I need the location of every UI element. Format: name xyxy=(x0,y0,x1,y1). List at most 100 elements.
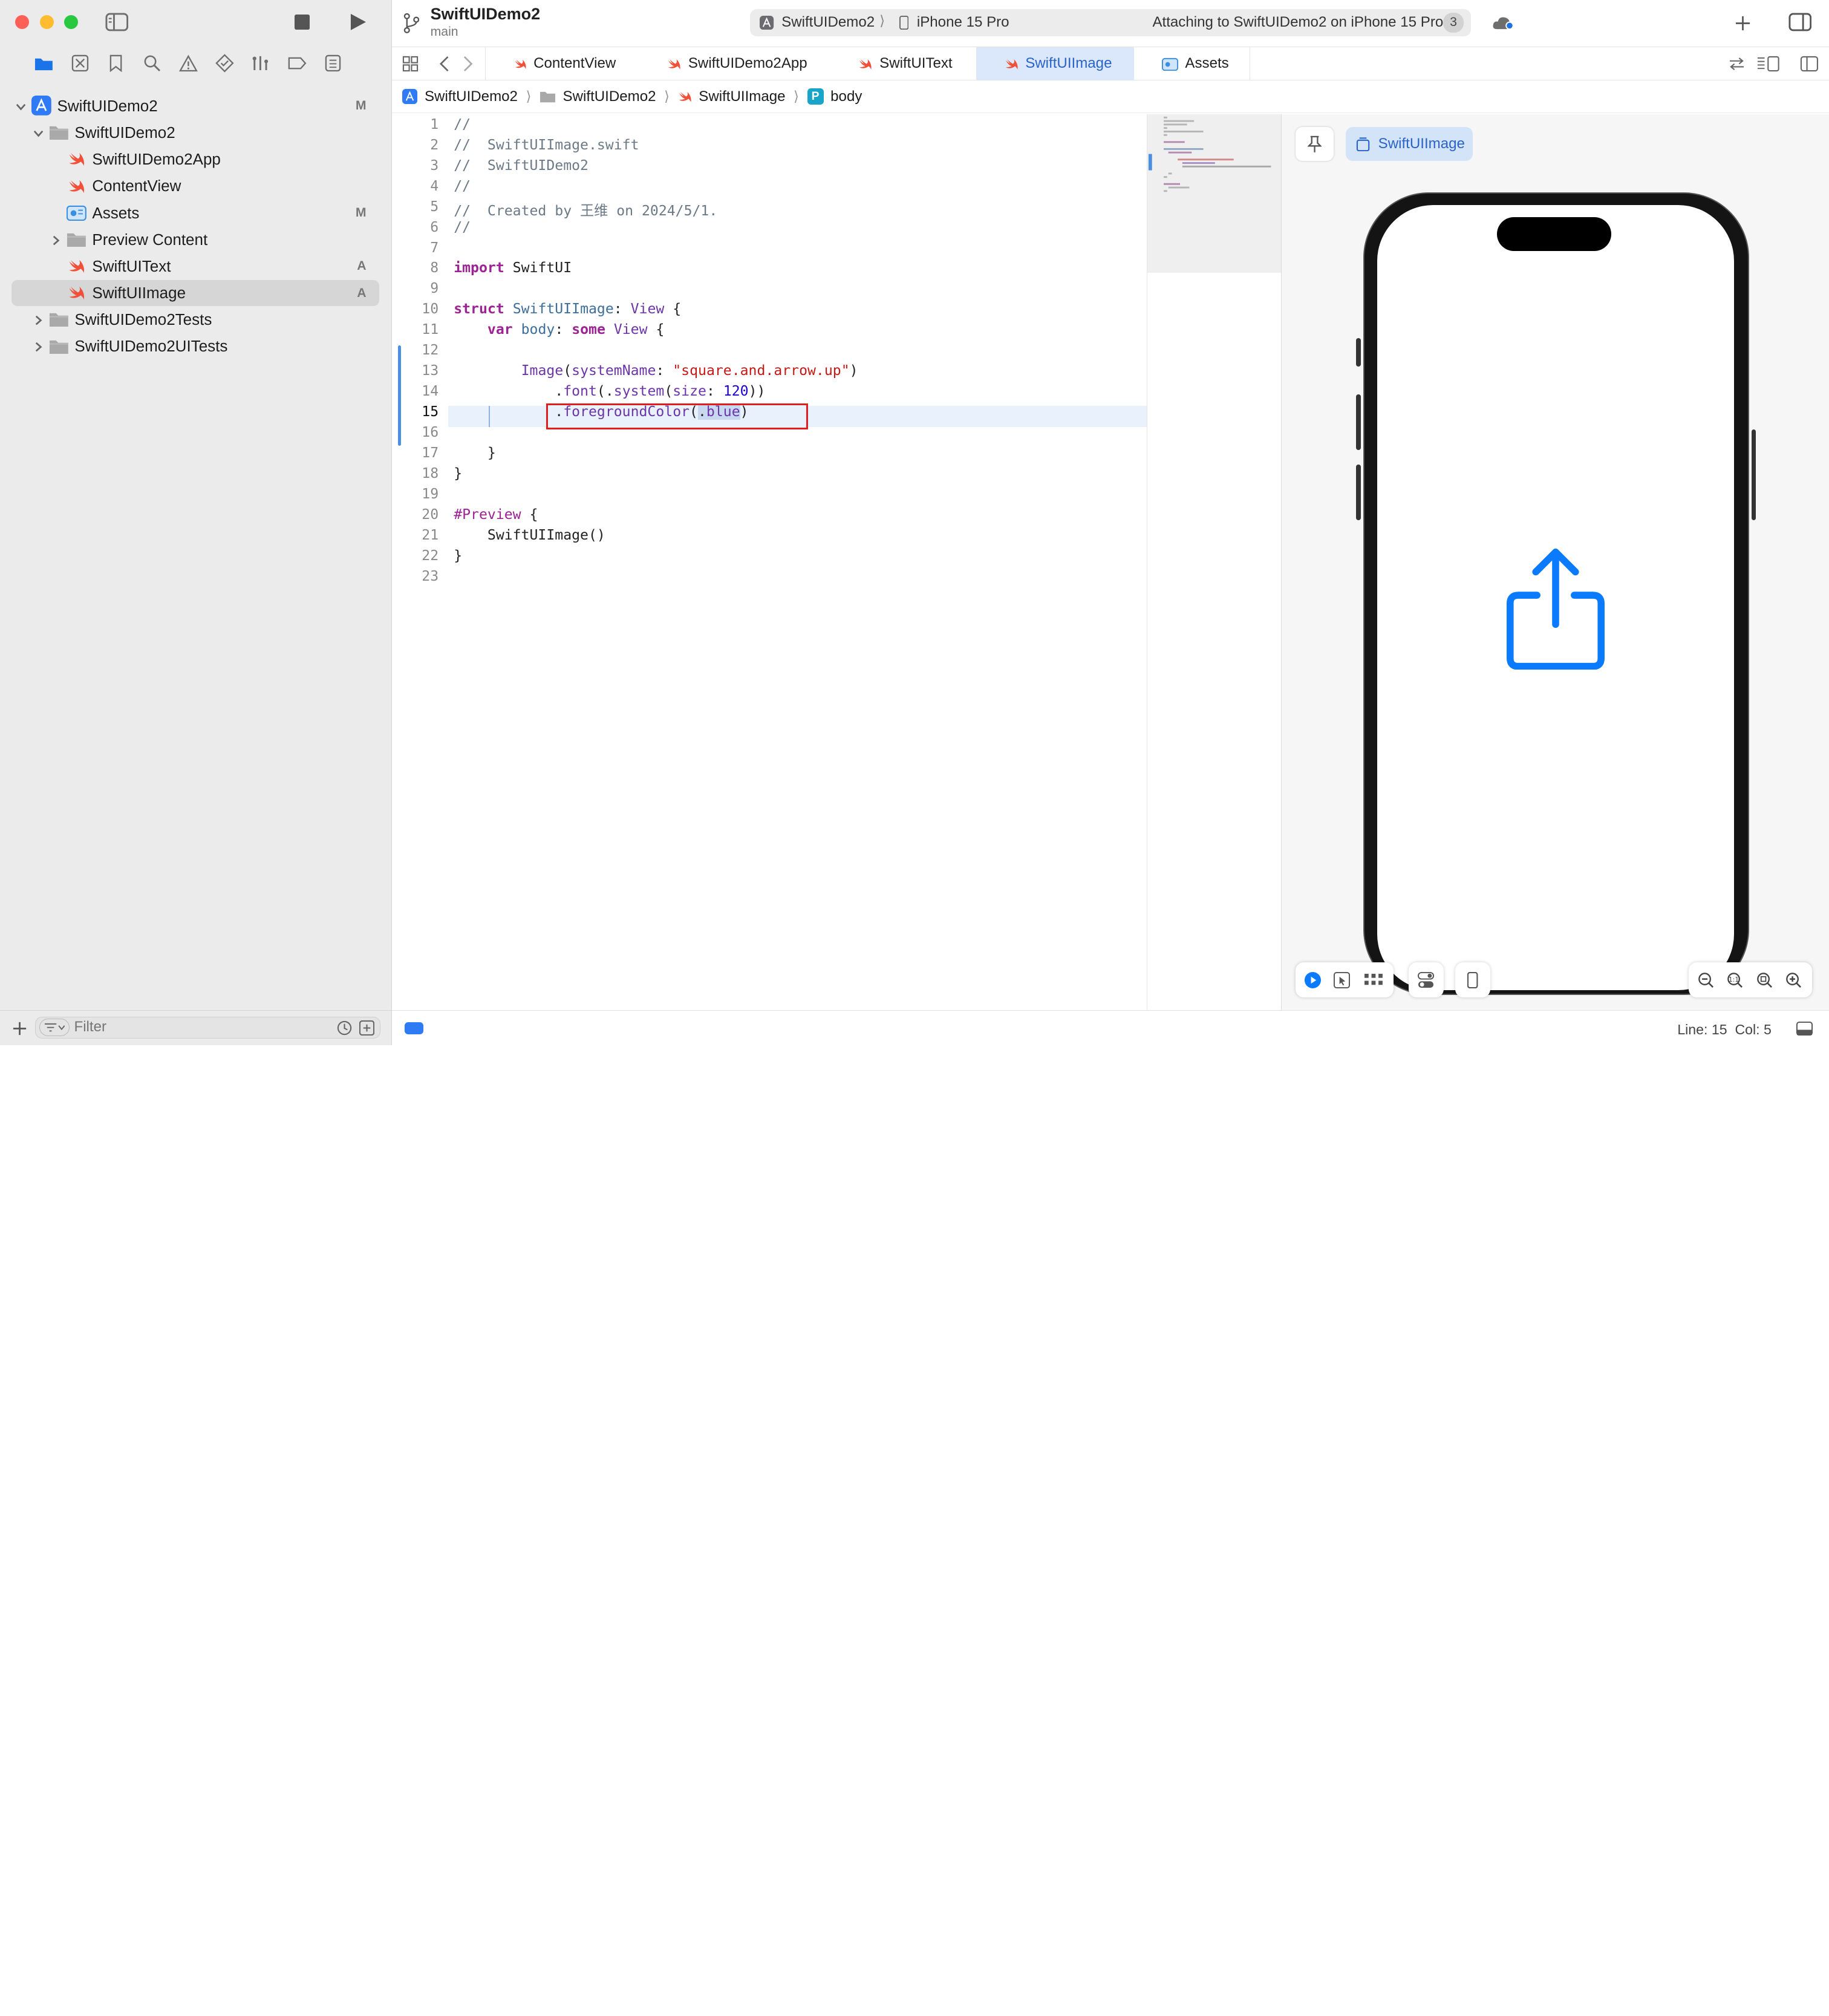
chevron-down-icon[interactable] xyxy=(14,99,28,113)
line-number: 11 xyxy=(422,322,439,338)
source-control-filter-icon[interactable] xyxy=(359,1020,375,1036)
back-arrow-icon[interactable] xyxy=(436,54,452,73)
code-line[interactable]: // Created by 王维 on 2024/5/1. xyxy=(454,199,717,220)
add-icon[interactable] xyxy=(11,1020,28,1037)
tab-contentview[interactable]: ContentView xyxy=(485,47,616,80)
code-line[interactable]: struct SwiftUIImage: View { xyxy=(454,301,681,317)
pin-preview-icon[interactable] xyxy=(1295,127,1334,161)
code-line[interactable]: .font(.system(size: 120)) xyxy=(454,383,765,399)
tree-item-swiftuidemo2[interactable]: SwiftUIDemo2 M xyxy=(11,93,379,119)
report-navigator-icon[interactable] xyxy=(318,48,347,77)
run-destination-selector[interactable]: iPhone 15 Pro xyxy=(917,14,1009,31)
tree-item-swiftuidemo2tests[interactable]: SwiftUIDemo2Tests xyxy=(11,307,379,333)
code-line[interactable]: var body: some View { xyxy=(454,322,664,338)
code-line[interactable]: } xyxy=(454,548,462,564)
minimap-code xyxy=(1148,116,1271,192)
filter-field[interactable] xyxy=(34,1016,380,1039)
stop-icon[interactable] xyxy=(290,10,314,34)
tree-item-swiftuidemo2uitests[interactable]: SwiftUIDemo2UITests xyxy=(11,334,379,359)
code-line[interactable]: // SwiftUIDemo2 xyxy=(454,158,588,174)
filter-options-icon[interactable] xyxy=(39,1018,70,1036)
issue-navigator-icon[interactable] xyxy=(174,48,203,77)
editor-options-icon[interactable] xyxy=(1756,54,1781,73)
test-navigator-icon[interactable] xyxy=(210,48,239,77)
tree-item-swiftuidemo2app[interactable]: SwiftUIDemo2App xyxy=(11,147,379,172)
tree-item-swiftuiimage[interactable]: SwiftUIImage A xyxy=(11,280,379,306)
tree-item-label: SwiftUIDemo2UITests xyxy=(74,337,228,356)
chevron-right-icon[interactable] xyxy=(31,313,45,327)
branch-name[interactable]: main xyxy=(431,25,458,39)
project-title[interactable]: SwiftUIDemo2 xyxy=(431,5,541,24)
close-window-button[interactable] xyxy=(15,15,30,30)
run-icon[interactable] xyxy=(347,10,370,34)
recent-files-icon[interactable] xyxy=(336,1020,353,1036)
zoom-out-icon[interactable] xyxy=(1697,971,1715,990)
zoom-to-fit-icon[interactable] xyxy=(1755,971,1774,990)
zoom-in-icon[interactable] xyxy=(1784,971,1803,990)
add-library-icon[interactable] xyxy=(1731,11,1755,35)
breadcrumb-project[interactable]: SwiftUIDemo2 xyxy=(402,88,518,105)
preview-tab-swiftuiimage[interactable]: SwiftUIImage xyxy=(1345,127,1473,161)
swap-icon[interactable] xyxy=(1727,54,1746,73)
chevron-down-icon[interactable] xyxy=(31,126,45,140)
live-preview-icon[interactable] xyxy=(1303,971,1322,990)
filter-input[interactable] xyxy=(74,1017,331,1037)
variants-icon[interactable] xyxy=(1363,971,1384,990)
scheme-selector[interactable]: SwiftUIDemo2 xyxy=(781,14,875,31)
tree-item-swiftuitext[interactable]: SwiftUIText A xyxy=(11,253,379,279)
bookmark-navigator-icon[interactable] xyxy=(102,48,131,77)
breadcrumb-symbol[interactable]: P body xyxy=(807,88,862,105)
breadcrumb-separator-icon: ⟩ xyxy=(664,88,670,105)
code-line[interactable]: Image(systemName: "square.and.arrow.up") xyxy=(454,363,858,379)
related-items-icon[interactable] xyxy=(401,54,420,73)
cloud-status-icon[interactable] xyxy=(1490,11,1518,35)
tree-item-contentview[interactable]: ContentView xyxy=(11,174,379,199)
breadcrumb-group[interactable]: SwiftUIDemo2 xyxy=(540,88,656,105)
debug-area-toggle-icon[interactable] xyxy=(405,1022,424,1034)
line-number: 12 xyxy=(422,342,439,359)
tree-item-preview-content[interactable]: Preview Content xyxy=(11,227,379,252)
minimize-window-button[interactable] xyxy=(39,15,54,30)
device-selector-icon[interactable] xyxy=(1455,962,1490,997)
tree-item-swiftuidemo2[interactable]: SwiftUIDemo2 xyxy=(11,120,379,145)
code-line[interactable]: // xyxy=(454,220,471,235)
breakpoint-navigator-icon[interactable] xyxy=(282,48,311,77)
toggle-navigator-icon[interactable] xyxy=(104,10,129,34)
source-control-navigator-icon[interactable] xyxy=(65,48,94,77)
project-navigator-icon[interactable] xyxy=(29,48,58,77)
tab-assets[interactable]: Assets xyxy=(1138,47,1251,80)
tab-swiftuidemo2app[interactable]: SwiftUIDemo2App xyxy=(639,47,810,80)
show-debug-area-icon[interactable] xyxy=(1795,1020,1814,1037)
add-editor-icon[interactable] xyxy=(1799,54,1820,73)
code-line[interactable]: // xyxy=(454,178,471,194)
debug-navigator-icon[interactable] xyxy=(246,48,275,77)
chevron-right-icon[interactable] xyxy=(31,339,45,353)
code-line[interactable]: #Preview { xyxy=(454,507,538,523)
zoom-window-button[interactable] xyxy=(64,15,79,30)
iphone-device-frame xyxy=(1356,192,1756,996)
swift-file-icon xyxy=(67,177,86,195)
scheme-app-icon xyxy=(760,15,775,30)
code-line[interactable]: // SwiftUIImage.swift xyxy=(454,137,639,153)
tab-swiftuiimage[interactable]: SwiftUIImage xyxy=(976,47,1134,80)
forward-arrow-icon[interactable] xyxy=(460,54,476,73)
chevron-right-icon[interactable] xyxy=(49,233,63,247)
device-settings-icon[interactable] xyxy=(1408,962,1444,997)
code-line[interactable]: } xyxy=(454,466,462,481)
code-line[interactable]: import SwiftUI xyxy=(454,260,572,276)
tab-swiftuitext[interactable]: SwiftUIText xyxy=(830,47,970,80)
find-navigator-icon[interactable] xyxy=(138,48,167,77)
breadcrumb-file[interactable]: SwiftUIImage xyxy=(678,88,786,105)
code-editor[interactable]: 1 // 2 // SwiftUIImage.swift 3 // SwiftUIDemo… xyxy=(392,114,1147,1011)
zoom-100-icon[interactable]: 1:1 xyxy=(1726,971,1744,990)
selectable-mode-icon[interactable] xyxy=(1332,971,1351,990)
minimap[interactable] xyxy=(1146,114,1282,1011)
activity-count-badge[interactable]: 3 xyxy=(1443,13,1464,33)
code-line[interactable]: SwiftUIImage() xyxy=(454,527,605,543)
square-and-arrow-up-icon xyxy=(1506,548,1605,670)
folder-icon xyxy=(540,91,556,103)
code-line[interactable]: // xyxy=(454,117,471,132)
toggle-inspector-icon[interactable] xyxy=(1786,10,1814,34)
code-line[interactable]: } xyxy=(454,445,496,461)
tree-item-assets[interactable]: Assets M xyxy=(11,200,379,226)
